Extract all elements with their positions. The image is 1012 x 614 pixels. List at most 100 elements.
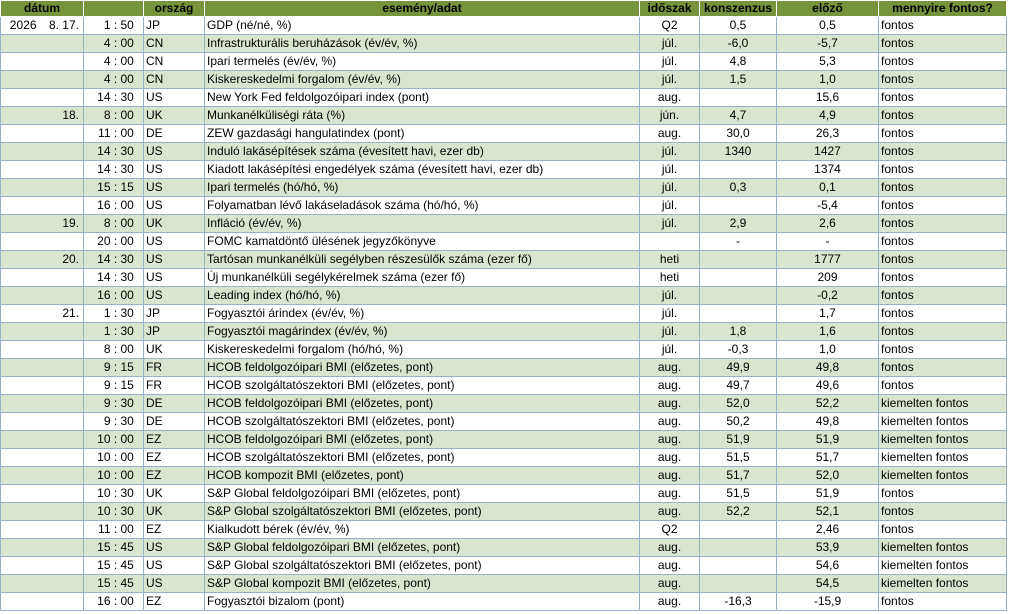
table-row: 11:00 EZ Kialkudott bérek (év/év, %) Q2 2,46… bbox=[0, 520, 1008, 539]
previous-cell: -0,2 bbox=[776, 286, 880, 305]
table-row: 14:30 US New York Fed feldolgozóipari inde… bbox=[0, 88, 1008, 107]
date-day-cell: 8. 17. bbox=[38, 16, 84, 35]
period-cell: júl. bbox=[639, 286, 701, 305]
time-hour-cell: 15 bbox=[83, 178, 112, 197]
date-day-cell bbox=[38, 412, 84, 431]
period-cell: júl. bbox=[639, 178, 701, 197]
time-separator: : bbox=[111, 556, 120, 575]
importance-cell: fontos bbox=[878, 160, 1008, 179]
country-cell: CN bbox=[143, 34, 206, 53]
period-cell: aug. bbox=[639, 574, 701, 593]
time-minute-cell: 00 bbox=[119, 286, 145, 305]
importance-cell: fontos bbox=[878, 34, 1008, 53]
date-year-cell bbox=[0, 52, 39, 71]
country-cell: CN bbox=[143, 70, 206, 89]
time-separator: : bbox=[111, 592, 120, 611]
table-row: 16:00 US Folyamatban lévő lakáseladások sz… bbox=[0, 196, 1008, 215]
consensus-cell bbox=[699, 520, 778, 539]
period-cell: júl. bbox=[639, 34, 701, 53]
period-cell: júl. bbox=[639, 196, 701, 215]
date-year-cell bbox=[0, 70, 39, 89]
previous-cell: 2,46 bbox=[776, 520, 880, 539]
time-minute-cell: 00 bbox=[119, 448, 145, 467]
previous-cell: 1,7 bbox=[776, 304, 880, 323]
date-year-cell bbox=[0, 448, 39, 467]
date-day-cell bbox=[38, 502, 84, 521]
date-year-cell bbox=[0, 124, 39, 143]
time-minute-cell: 00 bbox=[119, 196, 145, 215]
time-minute-cell: 30 bbox=[119, 322, 145, 341]
time-separator: : bbox=[111, 34, 120, 53]
time-hour-cell: 4 bbox=[83, 70, 112, 89]
previous-cell: 2,6 bbox=[776, 214, 880, 233]
country-cell: US bbox=[143, 88, 206, 107]
event-cell: HCOB szolgáltatószektori BMI (előzetes, … bbox=[204, 412, 641, 431]
importance-cell: fontos bbox=[878, 358, 1008, 377]
date-year-cell bbox=[0, 466, 39, 485]
consensus-cell: 51,7 bbox=[699, 466, 778, 485]
date-day-cell bbox=[38, 592, 84, 611]
importance-cell: kiemelten fontos bbox=[878, 574, 1008, 593]
table-row: 14:30 US Induló lakásépítések száma (évesí… bbox=[0, 142, 1008, 161]
time-hour-cell: 16 bbox=[83, 196, 112, 215]
table-row: 14:30 US Kiadott lakásépítési engedélyek s… bbox=[0, 160, 1008, 179]
time-separator: : bbox=[111, 232, 120, 251]
consensus-cell: 52,2 bbox=[699, 502, 778, 521]
event-cell: Új munkanélküli segélykérelmek száma (ez… bbox=[204, 268, 641, 287]
date-year-cell bbox=[0, 214, 39, 233]
time-separator: : bbox=[111, 358, 120, 377]
country-cell: EZ bbox=[143, 520, 206, 539]
country-cell: UK bbox=[143, 502, 206, 521]
header-row: dátum ország esemény/adat időszak konsze… bbox=[0, 0, 1008, 17]
date-year-cell bbox=[0, 88, 39, 107]
time-separator: : bbox=[111, 502, 120, 521]
time-separator: : bbox=[111, 430, 120, 449]
date-year-cell bbox=[0, 160, 39, 179]
period-cell: aug. bbox=[639, 394, 701, 413]
table-row: 15:45 US S&P Global kompozit BMI (előzetes… bbox=[0, 574, 1008, 593]
importance-cell: fontos bbox=[878, 484, 1008, 503]
time-minute-cell: 00 bbox=[119, 106, 145, 125]
country-cell: EZ bbox=[143, 448, 206, 467]
date-year-cell bbox=[0, 358, 39, 377]
header-previous: előző bbox=[776, 0, 880, 17]
date-day-cell bbox=[38, 88, 84, 107]
date-day-cell bbox=[38, 268, 84, 287]
date-year-cell bbox=[0, 592, 39, 611]
time-minute-cell: 00 bbox=[119, 232, 145, 251]
previous-cell: 1777 bbox=[776, 250, 880, 269]
consensus-cell: 51,5 bbox=[699, 448, 778, 467]
time-hour-cell: 15 bbox=[83, 556, 112, 575]
consensus-cell bbox=[699, 160, 778, 179]
date-day-cell: 18. bbox=[38, 106, 84, 125]
country-cell: FR bbox=[143, 358, 206, 377]
table-row: 8:00 UK Kiskereskedelmi forgalom (hó/hó, %… bbox=[0, 340, 1008, 359]
event-cell: Ipari termelés (hó/hó, %) bbox=[204, 178, 641, 197]
event-cell: Folyamatban lévő lakáseladások száma (hó… bbox=[204, 196, 641, 215]
consensus-cell: 51,9 bbox=[699, 430, 778, 449]
importance-cell: kiemelten fontos bbox=[878, 394, 1008, 413]
time-minute-cell: 00 bbox=[119, 124, 145, 143]
time-minute-cell: 45 bbox=[119, 556, 145, 575]
importance-cell: fontos bbox=[878, 520, 1008, 539]
importance-cell: kiemelten fontos bbox=[878, 448, 1008, 467]
country-cell: US bbox=[143, 574, 206, 593]
period-cell: aug. bbox=[639, 466, 701, 485]
importance-cell: fontos bbox=[878, 178, 1008, 197]
previous-cell: 26,3 bbox=[776, 124, 880, 143]
time-minute-cell: 00 bbox=[119, 340, 145, 359]
consensus-cell: -6,0 bbox=[699, 34, 778, 53]
date-year-cell bbox=[0, 250, 39, 269]
country-cell: UK bbox=[143, 214, 206, 233]
country-cell: US bbox=[143, 178, 206, 197]
previous-cell: 0,1 bbox=[776, 178, 880, 197]
time-minute-cell: 30 bbox=[119, 142, 145, 161]
date-day-cell bbox=[38, 466, 84, 485]
importance-cell: kiemelten fontos bbox=[878, 430, 1008, 449]
importance-cell: fontos bbox=[878, 250, 1008, 269]
date-year-cell bbox=[0, 142, 39, 161]
importance-cell: fontos bbox=[878, 124, 1008, 143]
country-cell: US bbox=[143, 286, 206, 305]
time-hour-cell: 8 bbox=[83, 214, 112, 233]
time-separator: : bbox=[111, 574, 120, 593]
